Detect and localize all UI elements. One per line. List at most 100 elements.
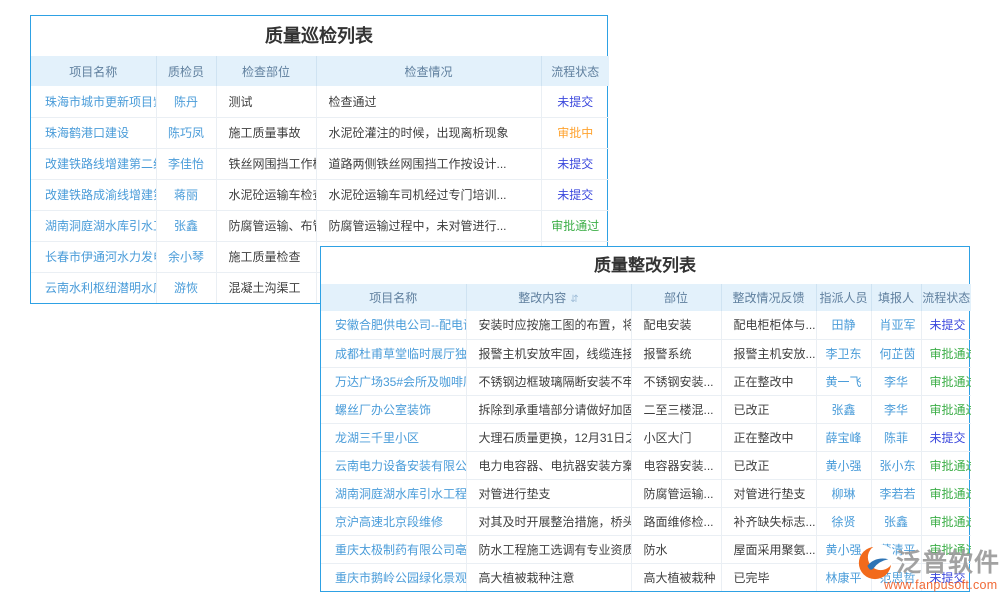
column-header: 流程状态 — [921, 284, 971, 311]
person-link-cell[interactable]: 田静 — [816, 311, 871, 339]
status-cell: 审批通过 — [541, 210, 609, 241]
text-cell: 检查通过 — [316, 86, 541, 117]
status-cell: 未提交 — [541, 179, 609, 210]
status-cell: 未提交 — [541, 86, 609, 117]
project-link-cell[interactable]: 龙湖三千里小区 — [321, 423, 466, 451]
text-cell: 防腐管运输、布管 — [216, 210, 316, 241]
table-row: 改建铁路线增建第二线...李佳怡铁丝网围挡工作检查道路两侧铁丝网围挡工作按设计.… — [31, 148, 609, 179]
column-header: 项目名称 — [31, 56, 156, 86]
text-cell: 水泥砼运输车检查 — [216, 179, 316, 210]
text-cell: 小区大门 — [631, 423, 721, 451]
project-link-cell[interactable]: 珠海市城市更新项目紫... — [31, 86, 156, 117]
text-cell: 补齐缺失标志... — [721, 507, 816, 535]
column-header[interactable]: 整改内容⇵ — [466, 284, 631, 311]
person-link-cell[interactable]: 余小琴 — [156, 241, 216, 272]
person-link-cell[interactable]: 薛宝峰 — [816, 423, 871, 451]
text-cell: 施工质量检查 — [216, 241, 316, 272]
text-cell: 报警主机安放... — [721, 339, 816, 367]
text-cell: 已完毕 — [721, 563, 816, 591]
text-cell: 配电安装 — [631, 311, 721, 339]
project-link-cell[interactable]: 重庆太极制药有限公司亳州中... — [321, 535, 466, 563]
text-cell: 测试 — [216, 86, 316, 117]
table-row: 万达广场35#会所及咖啡厅空...不锈钢边框玻璃隔断安装不牢...不锈钢安装..… — [321, 367, 971, 395]
project-link-cell[interactable]: 湖南洞庭湖水库引水工程施工标 — [321, 479, 466, 507]
person-link-cell[interactable]: 徐贤 — [816, 507, 871, 535]
person-link-cell[interactable]: 蒋丽 — [156, 179, 216, 210]
person-link-cell[interactable]: 肖亚军 — [871, 311, 921, 339]
rectification-header-row: 项目名称整改内容⇵部位整改情况反馈指派人员填报人流程状态 — [321, 284, 971, 311]
project-link-cell[interactable]: 重庆市鹅岭公园绿化景观提升... — [321, 563, 466, 591]
person-link-cell[interactable]: 张小东 — [871, 451, 921, 479]
project-link-cell[interactable]: 京沪高速北京段维修 — [321, 507, 466, 535]
sort-icon[interactable]: ⇵ — [570, 294, 578, 305]
column-header: 检查情况 — [316, 56, 541, 86]
person-link-cell[interactable]: 李卫东 — [816, 339, 871, 367]
text-cell: 水泥砼运输车司机经过专门培训... — [316, 179, 541, 210]
person-link-cell[interactable]: 张鑫 — [871, 507, 921, 535]
person-link-cell[interactable]: 李华 — [871, 367, 921, 395]
project-link-cell[interactable]: 螺丝厂办公室装饰 — [321, 395, 466, 423]
project-link-cell[interactable]: 长春市伊通河水力发电... — [31, 241, 156, 272]
table-row: 改建铁路成渝线增建第...蒋丽水泥砼运输车检查水泥砼运输车司机经过专门培训...… — [31, 179, 609, 210]
project-link-cell[interactable]: 湖南洞庭湖水库引水工... — [31, 210, 156, 241]
text-cell: 不锈钢边框玻璃隔断安装不牢... — [466, 367, 631, 395]
column-header: 项目名称 — [321, 284, 466, 311]
project-link-cell[interactable]: 安徽合肥供电公司--配电设备... — [321, 311, 466, 339]
person-link-cell[interactable]: 张鑫 — [156, 210, 216, 241]
person-link-cell[interactable]: 柳琳 — [816, 479, 871, 507]
project-link-cell[interactable]: 珠海鹤港口建设 — [31, 117, 156, 148]
text-cell: 二至三楼混... — [631, 395, 721, 423]
status-cell: 审批通过 — [921, 367, 971, 395]
project-link-cell[interactable]: 成都杜甫草堂临时展厅独立展... — [321, 339, 466, 367]
project-link-cell[interactable]: 万达广场35#会所及咖啡厅空... — [321, 367, 466, 395]
person-link-cell[interactable]: 游恢 — [156, 272, 216, 303]
table-row: 京沪高速北京段维修对其及时开展整治措施，桥头...路面维修检...补齐缺失标志.… — [321, 507, 971, 535]
project-link-cell[interactable]: 改建铁路线增建第二线... — [31, 148, 156, 179]
status-cell: 审批中 — [541, 117, 609, 148]
text-cell: 已改正 — [721, 451, 816, 479]
person-link-cell[interactable]: 陈巧凤 — [156, 117, 216, 148]
text-cell: 道路两侧铁丝网围挡工作按设计... — [316, 148, 541, 179]
status-cell: 审批通过 — [921, 339, 971, 367]
person-link-cell[interactable]: 张鑫 — [816, 395, 871, 423]
text-cell: 铁丝网围挡工作检查 — [216, 148, 316, 179]
person-link-cell[interactable]: 陈菲 — [871, 423, 921, 451]
text-cell: 已改正 — [721, 395, 816, 423]
project-link-cell[interactable]: 云南电力设备安装有限公司20... — [321, 451, 466, 479]
table-row: 珠海市城市更新项目紫...陈丹测试检查通过未提交 — [31, 86, 609, 117]
text-cell: 大理石质量更换，12月31日之... — [466, 423, 631, 451]
watermark-url: www.fanpusoft.com — [856, 579, 1000, 592]
column-header: 质检员 — [156, 56, 216, 86]
watermark: 泛普软件 www.fanpusoft.com — [856, 544, 1000, 592]
column-header: 检查部位 — [216, 56, 316, 86]
table-row: 湖南洞庭湖水库引水工程施工标对管进行垫支防腐管运输...对管进行垫支柳琳李若若审… — [321, 479, 971, 507]
status-cell: 审批通过 — [921, 507, 971, 535]
text-cell: 正在整改中 — [721, 367, 816, 395]
text-cell: 报警主机安放牢固，线缆连接... — [466, 339, 631, 367]
text-cell: 防水 — [631, 535, 721, 563]
status-cell: 审批通过 — [921, 479, 971, 507]
text-cell: 拆除到承重墙部分请做好加固... — [466, 395, 631, 423]
project-link-cell[interactable]: 云南水利枢纽潜明水库... — [31, 272, 156, 303]
person-link-cell[interactable]: 李佳怡 — [156, 148, 216, 179]
person-link-cell[interactable]: 李华 — [871, 395, 921, 423]
person-link-cell[interactable]: 何芷茵 — [871, 339, 921, 367]
text-cell: 高大植被栽种 — [631, 563, 721, 591]
person-link-cell[interactable]: 黄一飞 — [816, 367, 871, 395]
status-cell: 审批通过 — [921, 451, 971, 479]
text-cell: 电容器安装... — [631, 451, 721, 479]
person-link-cell[interactable]: 黄小强 — [816, 451, 871, 479]
text-cell: 路面维修检... — [631, 507, 721, 535]
table-row: 湖南洞庭湖水库引水工...张鑫防腐管运输、布管防腐管运输过程中，未对管进行...… — [31, 210, 609, 241]
text-cell: 正在整改中 — [721, 423, 816, 451]
text-cell: 报警系统 — [631, 339, 721, 367]
person-link-cell[interactable]: 李若若 — [871, 479, 921, 507]
text-cell: 施工质量事故 — [216, 117, 316, 148]
person-link-cell[interactable]: 陈丹 — [156, 86, 216, 117]
text-cell: 配电柜柜体与... — [721, 311, 816, 339]
project-link-cell[interactable]: 改建铁路成渝线增建第... — [31, 179, 156, 210]
text-cell: 电力电容器、电抗器安装方案,... — [466, 451, 631, 479]
text-cell: 防腐管运输... — [631, 479, 721, 507]
table-row: 螺丝厂办公室装饰拆除到承重墙部分请做好加固...二至三楼混...已改正张鑫李华审… — [321, 395, 971, 423]
text-cell: 不锈钢安装... — [631, 367, 721, 395]
